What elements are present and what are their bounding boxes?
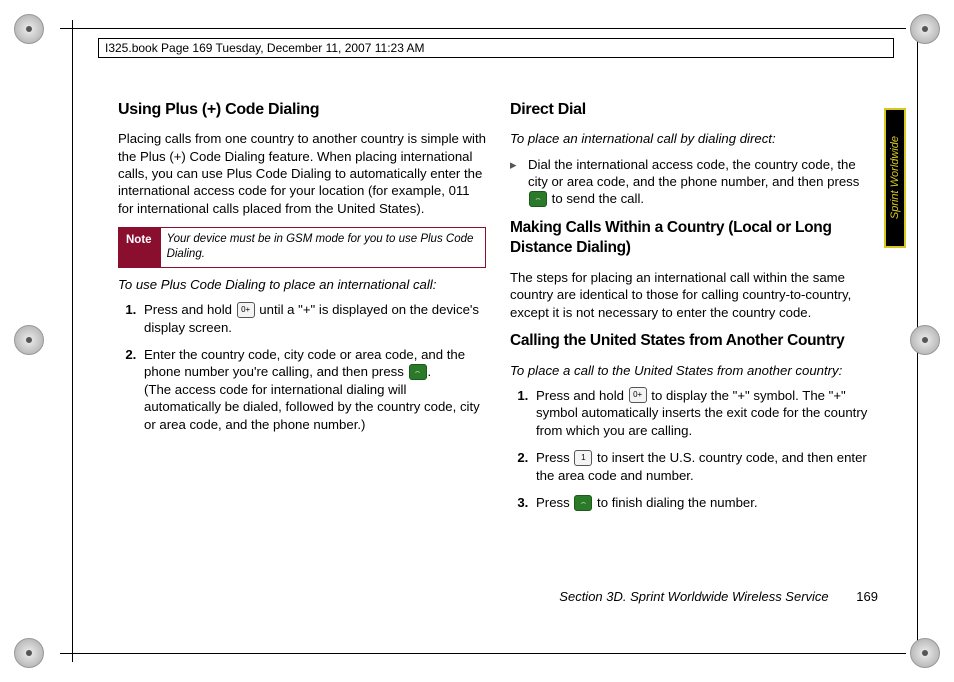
- instruction-lead: To place an international call by dialin…: [510, 130, 878, 147]
- right-column: Direct Dial To place an international ca…: [510, 95, 878, 615]
- call-key-icon: ⌢: [529, 191, 547, 207]
- steps-call-us: Press and hold 0+ to display the "+" sym…: [510, 387, 878, 512]
- note-label: Note: [118, 227, 160, 267]
- step-2: Press 1 to insert the U.S. country code,…: [532, 449, 878, 484]
- registration-target: [14, 638, 44, 668]
- registration-target: [910, 638, 940, 668]
- registration-target: [14, 14, 44, 44]
- step-2: Enter the country code, city code or are…: [140, 346, 486, 433]
- section-tab-label: Sprint Worldwide: [889, 136, 901, 219]
- page-body: Using Plus (+) Code Dialing Placing call…: [118, 95, 878, 615]
- registration-target: [910, 325, 940, 355]
- footer-section-text: Section 3D. Sprint Worldwide Wireless Se…: [559, 589, 828, 604]
- heading-call-us: Calling the United States from Another C…: [510, 331, 878, 351]
- call-key-icon: ⌢: [409, 364, 427, 380]
- bullet-arrow-icon: ▸: [510, 156, 528, 208]
- instruction-lead: To use Plus Code Dialing to place an int…: [118, 276, 486, 293]
- framemaker-header: I325.book Page 169 Tuesday, December 11,…: [98, 38, 894, 58]
- step-3: Press ⌢ to finish dialing the number.: [532, 494, 878, 512]
- header-stamp-text: I325.book Page 169 Tuesday, December 11,…: [105, 41, 425, 55]
- left-column: Using Plus (+) Code Dialing Placing call…: [118, 95, 486, 615]
- steps-plus-code: Press and hold 0+ until a "+" is display…: [118, 301, 486, 433]
- instruction-lead: To place a call to the United States fro…: [510, 362, 878, 379]
- one-key-icon: 1: [574, 450, 592, 466]
- page-footer: Section 3D. Sprint Worldwide Wireless Se…: [118, 589, 878, 604]
- heading-direct-dial: Direct Dial: [510, 99, 878, 120]
- bullet-item: ▸ Dial the international access code, th…: [510, 156, 878, 208]
- registration-target: [910, 14, 940, 44]
- footer-page-number: 169: [856, 589, 878, 604]
- note-box: Note Your device must be in GSM mode for…: [118, 227, 486, 267]
- section-tab: Sprint Worldwide: [884, 108, 906, 248]
- heading-plus-code: Using Plus (+) Code Dialing: [118, 99, 486, 120]
- step-1: Press and hold 0+ to display the "+" sym…: [532, 387, 878, 439]
- paragraph: Placing calls from one country to anothe…: [118, 130, 486, 217]
- note-body: Your device must be in GSM mode for you …: [160, 227, 486, 267]
- registration-target: [14, 325, 44, 355]
- step-1: Press and hold 0+ until a "+" is display…: [140, 301, 486, 336]
- bullet-text: Dial the international access code, the …: [528, 156, 878, 208]
- heading-within-country: Making Calls Within a Country (Local or …: [510, 218, 878, 259]
- call-key-icon: ⌢: [574, 495, 592, 511]
- zero-plus-key-icon: 0+: [629, 387, 647, 403]
- zero-plus-key-icon: 0+: [237, 302, 255, 318]
- paragraph: The steps for placing an international c…: [510, 269, 878, 321]
